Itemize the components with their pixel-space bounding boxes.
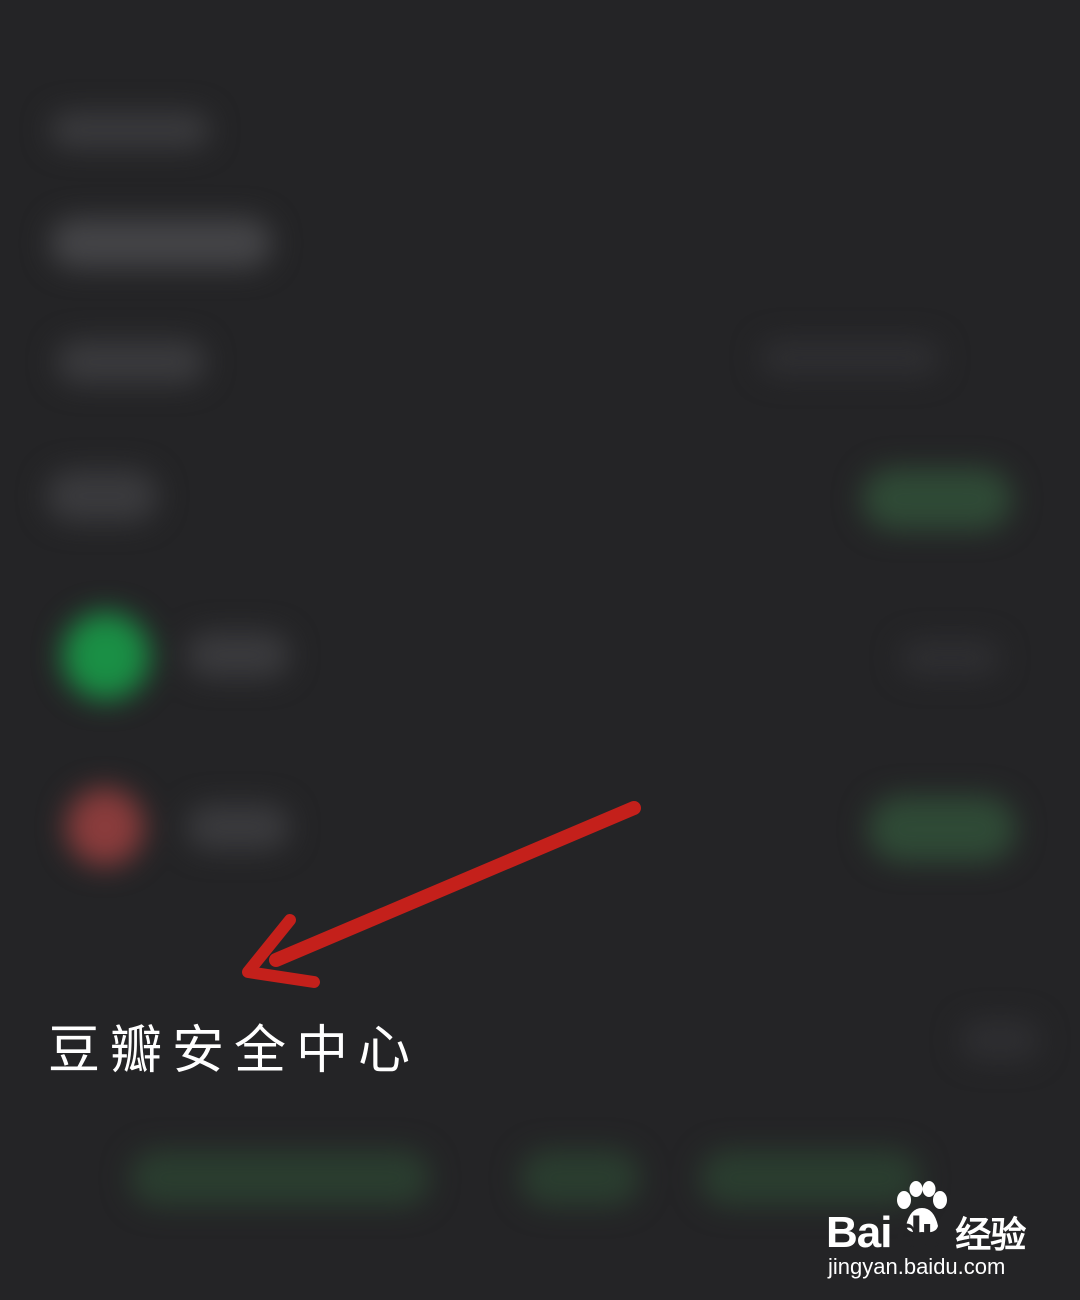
blurred-row-1-right — [900, 640, 1000, 676]
baidu-jingyan-watermark: Baidu 经验 jingyan.baidu.com — [826, 1180, 1026, 1280]
screen: 豆瓣安全中心 Baidu 经验 jingyan.baidu.com — [0, 0, 1080, 1300]
blurred-background-content — [0, 0, 1080, 1300]
logo-part-bai: Bai — [826, 1208, 892, 1257]
blurred-right-text — [760, 340, 940, 376]
watermark-url: jingyan.baidu.com — [828, 1254, 1006, 1279]
blurred-green-button-2[interactable] — [868, 796, 1016, 862]
blurred-red-status-icon — [66, 788, 144, 866]
blurred-section-label — [46, 470, 158, 522]
logo-part-du: du — [895, 1208, 948, 1257]
blurred-title-text — [50, 218, 272, 268]
blurred-row-3-right — [960, 1020, 1040, 1060]
blurred-subtitle-text — [56, 340, 206, 384]
baidu-logo-text: Baidu 经验 — [826, 1206, 1026, 1258]
annotation-label: 豆瓣安全中心 — [48, 1021, 421, 1081]
blurred-green-button[interactable] — [862, 468, 1012, 530]
blurred-header-text — [50, 112, 210, 148]
blurred-row-1-text — [186, 632, 290, 678]
logo-part-jingyan: 经验 — [955, 1214, 1026, 1255]
blurred-bottom-button-left[interactable] — [130, 1150, 430, 1206]
blurred-green-status-icon — [62, 612, 150, 700]
blurred-bottom-button-mid[interactable] — [520, 1150, 640, 1206]
blurred-row-2-text — [186, 804, 290, 850]
